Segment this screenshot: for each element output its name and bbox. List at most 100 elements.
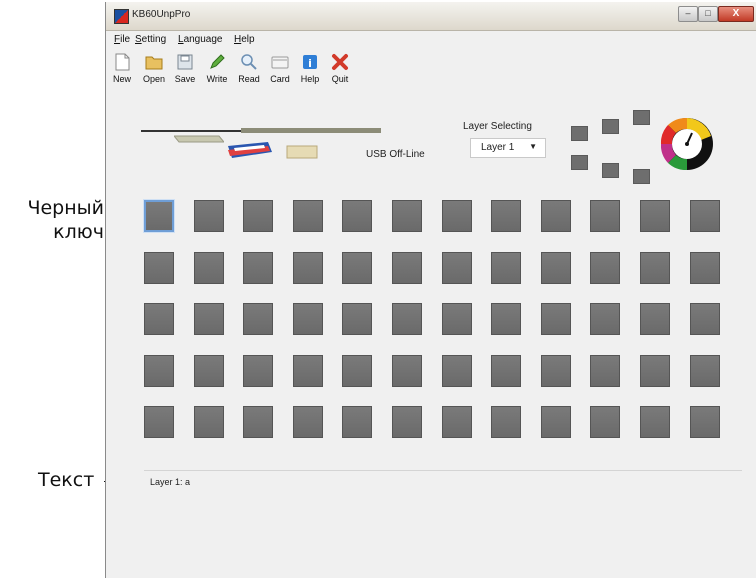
key-button[interactable] xyxy=(293,406,323,438)
key-button[interactable] xyxy=(442,303,472,335)
key-button[interactable] xyxy=(541,303,571,335)
quit-button[interactable]: Quit xyxy=(325,48,355,90)
toolbar: New Open Save Write Read Card i Help Qui… xyxy=(106,48,756,92)
key-button[interactable] xyxy=(590,355,620,387)
key-button[interactable] xyxy=(392,252,422,284)
menu-file[interactable]: File xyxy=(114,34,130,45)
card-button[interactable]: Card xyxy=(265,48,295,90)
callout-black-key-line2: ключ xyxy=(53,220,104,243)
open-button[interactable]: Open xyxy=(139,48,169,90)
folder-open-icon xyxy=(144,52,164,72)
key-button[interactable] xyxy=(293,200,323,232)
key-button[interactable] xyxy=(590,252,620,284)
led-indicator xyxy=(633,169,650,184)
key-button[interactable] xyxy=(194,252,224,284)
key-button[interactable] xyxy=(243,200,273,232)
menu-setting[interactable]: Setting xyxy=(135,34,166,45)
key-button[interactable] xyxy=(194,303,224,335)
key-button[interactable] xyxy=(342,303,372,335)
maximize-button[interactable]: □ xyxy=(698,6,718,22)
cable-plug-graphic xyxy=(174,135,224,143)
key-button[interactable] xyxy=(144,303,174,335)
key-button[interactable] xyxy=(690,200,720,232)
key-button[interactable] xyxy=(392,406,422,438)
key-button[interactable] xyxy=(293,303,323,335)
key-button[interactable] xyxy=(640,406,670,438)
card-reader-icon xyxy=(286,145,318,159)
key-button[interactable] xyxy=(541,355,571,387)
key-button[interactable] xyxy=(392,355,422,387)
key-button[interactable] xyxy=(491,303,521,335)
key-button[interactable] xyxy=(243,406,273,438)
key-button[interactable] xyxy=(690,355,720,387)
menu-help[interactable]: Help xyxy=(234,34,255,45)
key-button[interactable] xyxy=(442,252,472,284)
key-button[interactable] xyxy=(342,355,372,387)
key-button[interactable] xyxy=(590,200,620,232)
key-button[interactable] xyxy=(194,355,224,387)
usb-flag-icon xyxy=(228,142,272,158)
key-button[interactable] xyxy=(144,406,174,438)
key-button[interactable] xyxy=(392,303,422,335)
new-button[interactable]: New xyxy=(107,48,137,90)
callout-text: Текст xyxy=(38,469,95,491)
key-button[interactable] xyxy=(442,200,472,232)
help-label: Help xyxy=(300,74,320,84)
key-button[interactable] xyxy=(640,355,670,387)
chevron-down-icon: ▼ xyxy=(529,142,537,151)
led-indicator xyxy=(633,110,650,125)
key-button[interactable] xyxy=(690,406,720,438)
key-button[interactable] xyxy=(143,199,175,233)
key-button[interactable] xyxy=(194,406,224,438)
key-button[interactable] xyxy=(194,200,224,232)
key-button[interactable] xyxy=(491,406,521,438)
layer-info-text: Layer 1: a xyxy=(150,477,191,487)
key-button[interactable] xyxy=(342,406,372,438)
save-icon xyxy=(175,52,195,72)
write-button[interactable]: Write xyxy=(202,48,232,90)
color-wheel-dial[interactable] xyxy=(659,116,715,172)
key-button[interactable] xyxy=(243,303,273,335)
key-button[interactable] xyxy=(491,200,521,232)
magnifier-icon xyxy=(239,52,259,72)
read-button[interactable]: Read xyxy=(234,48,264,90)
key-button[interactable] xyxy=(640,252,670,284)
close-button[interactable]: X xyxy=(718,6,754,22)
key-button[interactable] xyxy=(590,303,620,335)
minimize-button[interactable]: – xyxy=(678,6,698,22)
menu-language[interactable]: Language xyxy=(178,34,223,45)
layer-select-value: Layer 1 xyxy=(481,142,515,153)
open-label: Open xyxy=(142,74,166,84)
save-label: Save xyxy=(174,74,196,84)
title-bar: KB60UnpPro – □ X xyxy=(106,2,756,31)
app-window: KB60UnpPro – □ X File Setting Language H… xyxy=(105,2,756,578)
key-button[interactable] xyxy=(144,252,174,284)
key-button[interactable] xyxy=(590,406,620,438)
help-button[interactable]: i Help xyxy=(295,48,325,90)
key-button[interactable] xyxy=(144,355,174,387)
key-button[interactable] xyxy=(243,355,273,387)
key-button[interactable] xyxy=(392,200,422,232)
key-button[interactable] xyxy=(491,252,521,284)
key-button[interactable] xyxy=(640,303,670,335)
key-button[interactable] xyxy=(640,200,670,232)
layer-select-dropdown[interactable]: Layer 1 ▼ xyxy=(470,138,546,158)
key-button[interactable] xyxy=(491,355,521,387)
key-button[interactable] xyxy=(541,252,571,284)
led-indicator xyxy=(571,155,588,170)
menu-bar: File Setting Language Help xyxy=(106,31,756,47)
key-button[interactable] xyxy=(293,355,323,387)
key-button[interactable] xyxy=(690,252,720,284)
key-button[interactable] xyxy=(541,200,571,232)
key-button[interactable] xyxy=(442,406,472,438)
key-button[interactable] xyxy=(541,406,571,438)
card-label: Card xyxy=(270,74,290,84)
key-button[interactable] xyxy=(342,200,372,232)
write-label: Write xyxy=(206,74,228,84)
save-button[interactable]: Save xyxy=(170,48,200,90)
key-button[interactable] xyxy=(690,303,720,335)
key-button[interactable] xyxy=(342,252,372,284)
key-button[interactable] xyxy=(243,252,273,284)
key-button[interactable] xyxy=(293,252,323,284)
key-button[interactable] xyxy=(442,355,472,387)
